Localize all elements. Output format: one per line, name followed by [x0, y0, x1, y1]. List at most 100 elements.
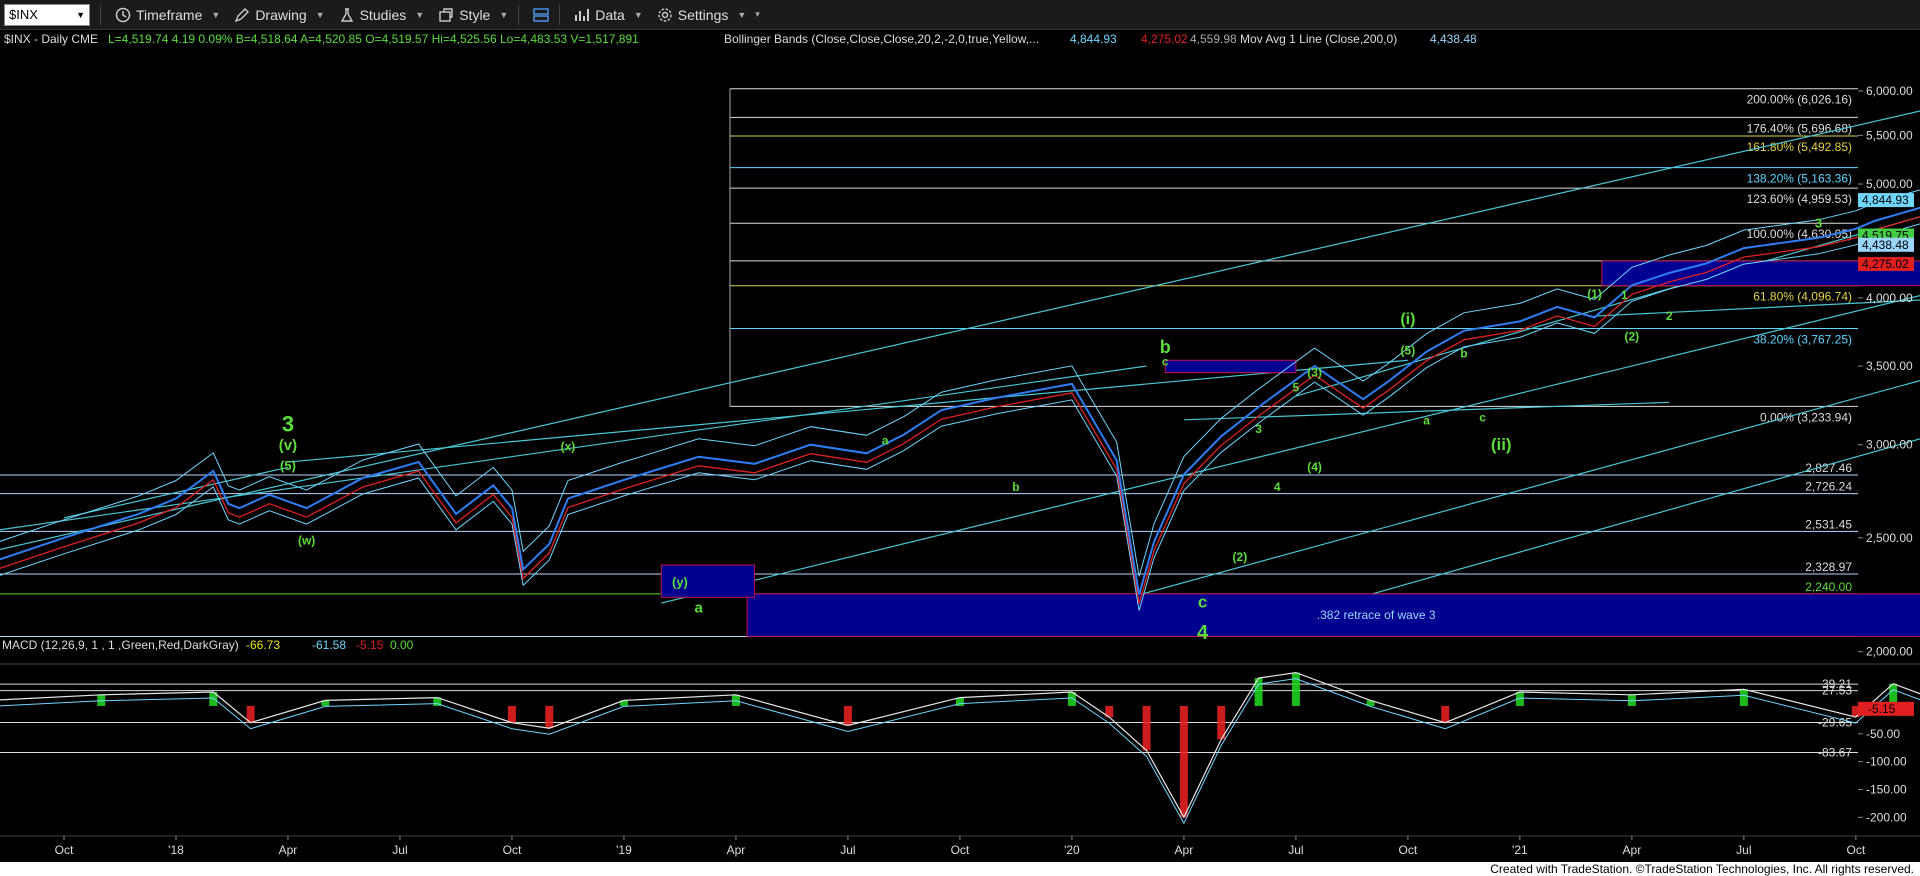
wave-label: (4) [1307, 460, 1322, 474]
drawing-button[interactable]: Drawing ▼ [234, 7, 325, 23]
fib-level-label: 176.40% (5,696.68) [1747, 121, 1852, 135]
support-label: 2,328.97 [1805, 560, 1852, 574]
price-tick-label: 5,500.00 [1866, 128, 1913, 142]
wave-label: 3 [1815, 216, 1822, 231]
layout-icon [533, 7, 550, 22]
macd-tick-label: -50.00 [1866, 727, 1900, 741]
fib-level-label: 200.00% (6,026.16) [1747, 93, 1852, 107]
toolbar: $INX ▼ Timeframe ▼ Drawing ▼ Studies ▼ Styl… [0, 0, 1920, 30]
settings-button[interactable]: Settings ▼ ▾ [657, 7, 760, 23]
price-tick-label: 2,000.00 [1866, 645, 1913, 659]
wave-label: 5 [1293, 380, 1300, 394]
time-tick-label: Oct [1847, 843, 1866, 857]
data-label: Data [595, 6, 625, 23]
macd-tick-label: -150.00 [1866, 782, 1907, 796]
macd-histogram-bar [1179, 705, 1188, 818]
time-tick-label: Apr [1175, 843, 1194, 857]
macd-legend-label: MACD (12,26,9, 1 , 1 ,Green,Red,DarkGray… [2, 638, 239, 652]
macd-legend-value-1: -66.73 [246, 638, 280, 652]
data-button[interactable]: Data ▼ [574, 7, 643, 23]
macd-histogram-bar [843, 705, 852, 726]
caret-icon: ▾ [755, 9, 760, 19]
wave-label: (ii) [1491, 435, 1512, 454]
wave-label: 4 [1274, 480, 1281, 494]
wave-label: (x) [561, 440, 576, 454]
wave-label: (3) [1307, 365, 1322, 379]
support-label: 2,240.00 [1805, 580, 1852, 594]
macd-tick-label: -100.00 [1866, 755, 1907, 769]
studies-button[interactable]: Studies ▼ [339, 6, 425, 23]
legend-ohlc: L=4,519.74 4.19 0.09% B=4,518.64 A=4,520… [108, 32, 639, 46]
wave-label: 3 [282, 411, 294, 436]
settings-label: Settings [677, 6, 729, 23]
legend-symbol: $INX - Daily CME [4, 32, 98, 46]
support-label: 2,726.24 [1805, 480, 1852, 494]
toolbar-separator [518, 4, 520, 25]
time-tick-label: '19 [616, 843, 632, 857]
timeframe-button[interactable]: Timeframe ▼ [115, 7, 220, 23]
time-tick-label: '20 [1064, 843, 1080, 857]
macd-histogram-bar [1142, 705, 1151, 751]
time-tick-label: Jul [1288, 843, 1303, 857]
price-chart[interactable]: 200.00% (6,026.16) 176.40% (5,696.68) 1 61.… [0, 30, 1920, 864]
time-axis: Oct '18 Apr Jul Oct '19 Apr Jul Oct '20 Apr Jul Oct '… [0, 835, 1920, 857]
zone-label: .382 retrace of wave 3 [1317, 608, 1436, 622]
legend-bb-mid: 4,559.98 [1190, 32, 1237, 46]
style-icon [439, 7, 453, 22]
wave-label: (w) [298, 533, 315, 547]
chart-area[interactable]: 200.00% (6,026.16) 176.40% (5,696.68) 1 61.… [0, 30, 1920, 864]
macd-legend-value-2: -61.58 [312, 638, 346, 652]
toolbar-separator [559, 4, 561, 25]
wave-label: c [1198, 593, 1207, 612]
time-tick-label: Apr [1623, 843, 1642, 857]
caret-icon: ▼ [499, 9, 509, 20]
fib-level-label: 0.00% (3,233.94) [1760, 410, 1852, 424]
legend-bb-label: Bollinger Bands (Close,Close,Close,20,2,… [724, 32, 1039, 46]
legend-ma-label: Mov Avg 1 Line (Close,200,0) [1240, 32, 1397, 46]
price-badge-label: 4,438.48 [1862, 238, 1909, 252]
symbol-input[interactable]: $INX ▼ [4, 3, 90, 26]
timeframe-label: Timeframe [136, 6, 203, 23]
studies-label: Studies [359, 6, 407, 23]
wave-label: (v) [279, 437, 297, 454]
time-tick-label: Apr [279, 843, 298, 857]
time-tick-label: Oct [503, 843, 522, 857]
wave-label: 4 [1197, 622, 1209, 644]
caret-icon: ▼ [415, 9, 425, 20]
wave-label: 1 [1621, 288, 1628, 302]
style-button[interactable]: Style ▼ [438, 7, 508, 23]
dropdown-arrow-icon[interactable]: ▼ [76, 10, 85, 20]
macd-histogram-bar [507, 705, 516, 723]
legend-bb-upper: 4,844.93 [1070, 32, 1117, 46]
caret-icon: ▼ [211, 9, 221, 20]
macd-badge-label: -5.15 [1868, 702, 1896, 716]
time-tick-label: Jul [840, 843, 855, 857]
macd-legend-value-3: -5.15 [356, 638, 384, 652]
wave-label: b [1012, 480, 1019, 494]
time-tick-label: Oct [951, 843, 970, 857]
time-tick-label: Oct [1399, 843, 1418, 857]
wave-label: (5) [280, 458, 296, 473]
layout-button[interactable] [533, 7, 550, 23]
time-tick-label: Jul [1736, 843, 1751, 857]
bar-chart-icon [575, 8, 590, 21]
price-tick-label: 6,000.00 [1866, 84, 1913, 98]
macd-histogram-bar [1739, 689, 1748, 706]
caret-icon: ▼ [315, 9, 325, 20]
support-label: 2,827.46 [1805, 461, 1852, 475]
time-tick-label: Apr [727, 843, 746, 857]
time-tick-label: '21 [1512, 843, 1528, 857]
wave-label: c [1162, 354, 1169, 368]
zone-box [1164, 359, 1297, 374]
fib-level-label: 61.80% (4,096.74) [1753, 290, 1852, 304]
wave-label: (2) [1233, 550, 1248, 564]
fib-level-label: 138.20% (5,163.36) [1747, 172, 1852, 186]
legend-ma-value: 4,438.48 [1430, 32, 1477, 46]
price-tick-label: 2,500.00 [1866, 531, 1913, 545]
symbol-text: $INX [9, 7, 38, 22]
price-tick-label: 3,500.00 [1866, 359, 1913, 373]
support-label: 2,531.45 [1805, 517, 1852, 531]
caret-icon: ▼ [737, 9, 747, 20]
style-label: Style [459, 6, 491, 23]
footer-credit: Created with TradeStation. ©TradeStation… [0, 862, 1920, 876]
